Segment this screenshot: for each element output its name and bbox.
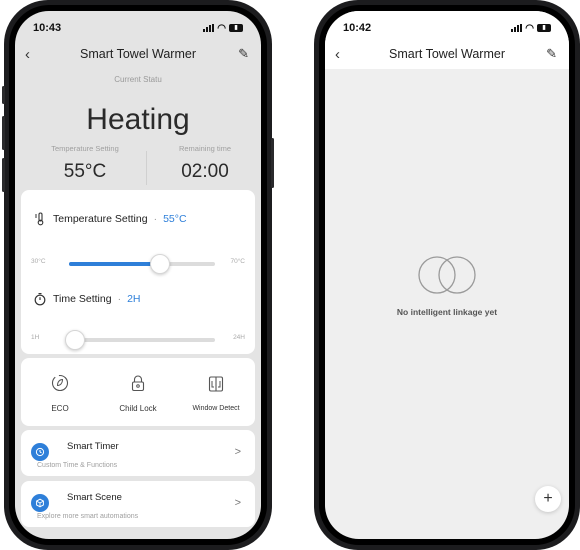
remaining-time-summary: Remaining time 02:00 [155,144,255,183]
empty-state-message: No intelligent linkage yet [396,307,498,317]
child-lock-label: Child Lock [119,403,157,413]
summary-divider [146,151,147,185]
time-slider[interactable] [64,330,215,350]
wifi-icon: ◠ [217,22,226,34]
temperature-summary-value: 55°C [63,161,107,182]
plus-icon: + [543,490,553,507]
heating-status: Heating [86,103,190,136]
eco-mode-button[interactable]: ECO [21,358,99,426]
scene-icon [31,494,49,512]
time-max-label: 24H [233,334,245,341]
status-bar: 10:43 ◠ ▮ [15,11,261,39]
remaining-time-value: 02:00 [181,161,229,182]
temperature-slider-thumb[interactable] [149,254,170,274]
timer-icon [31,443,49,461]
modes-card: ECO Child Lock Window Detect [21,358,255,426]
time-min-label: 1H [31,334,40,341]
temperature-slider[interactable] [69,254,215,274]
window-detect-label: Window Detect [192,404,240,412]
temperature-max-label: 70°C [230,258,245,265]
back-icon[interactable]: ‹ [25,46,30,63]
right-phone-frame: 10:42 ◠ ▮ ‹ Smart Towel Warmer ✎ No inte… [314,0,580,550]
smart-timer-title: Smart Timer [67,441,119,452]
chevron-right-icon: > [234,446,241,458]
time-slider-row: 1H 24H [31,330,245,350]
remaining-time-label: Remaining time [178,144,232,153]
separator-dot: · [117,293,122,305]
temperature-summary-label: Temperature Setting [51,144,119,153]
temperature-setting-value: 55°C [163,213,187,225]
window-detect-button[interactable]: Window Detect [177,358,255,426]
time-setting-value: 2H [127,293,141,305]
wifi-icon: ◠ [525,22,534,34]
page-title: Smart Towel Warmer [389,47,505,61]
status-bar: 10:42 ◠ ▮ [325,11,569,39]
chevron-right-icon: > [234,497,241,509]
smart-scene-title: Smart Scene [67,492,122,503]
temperature-slider-fill [69,262,160,266]
back-icon[interactable]: ‹ [335,46,340,63]
temperature-slider-row: 30°C 70°C [31,254,245,274]
temperature-min-label: 30°C [31,258,46,265]
time-setting-row: Time Setting · 2H [33,292,141,306]
temperature-summary: Temperature Setting 55°C [33,144,137,183]
separator-dot: · [153,213,158,225]
left-phone-frame: 10:43 ◠ ▮ ‹ Smart Towel Warmer ✎ Current… [2,0,274,550]
volume-up-button [2,116,5,150]
volume-down-button [2,158,5,192]
signal-icon [203,24,215,32]
mute-switch [2,86,5,104]
temperature-setting-label: Temperature Setting [53,213,148,225]
nav-bar: ‹ Smart Towel Warmer ✎ [325,39,569,69]
window-icon [205,373,227,395]
status-icons: ◠ ▮ [511,23,551,34]
current-status-label: Current Statu [114,75,162,84]
signal-icon [511,24,523,32]
smart-timer-item[interactable]: Smart Timer Custom Time & Functions > [21,430,255,476]
settings-card: Temperature Setting · 55°C 30°C 70°C Tim [21,190,255,354]
thermometer-icon [35,212,44,226]
device-control-screen: 10:43 ◠ ▮ ‹ Smart Towel Warmer ✎ Current… [15,11,261,539]
child-lock-button[interactable]: Child Lock [99,358,177,426]
empty-linkage-icon [418,256,476,294]
status-time: 10:42 [343,22,372,34]
stopwatch-icon [34,293,46,306]
edit-icon[interactable]: ✎ [238,46,249,62]
add-button[interactable]: + [535,486,561,512]
linkage-screen: 10:42 ◠ ▮ ‹ Smart Towel Warmer ✎ No inte… [325,11,569,539]
smart-scene-subtitle: Explore more smart automations [37,513,139,520]
nav-bar: ‹ Smart Towel Warmer ✎ [15,41,261,67]
battery-icon: ▮ [537,24,551,32]
time-setting-label: Time Setting [53,293,112,305]
smart-scene-item[interactable]: Smart Scene Explore more smart automatio… [21,481,255,527]
eco-icon [49,372,71,394]
page-title: Smart Towel Warmer [80,47,196,61]
power-button [271,138,274,188]
lock-icon [127,372,149,394]
temperature-setting-row: Temperature Setting · 55°C [33,212,187,226]
status-icons: ◠ ▮ [203,23,243,34]
time-slider-thumb[interactable] [64,330,85,350]
edit-icon[interactable]: ✎ [546,46,557,62]
smart-timer-subtitle: Custom Time & Functions [37,462,118,469]
status-time: 10:43 [33,22,62,34]
eco-label: ECO [51,403,69,413]
battery-icon: ▮ [229,24,243,32]
